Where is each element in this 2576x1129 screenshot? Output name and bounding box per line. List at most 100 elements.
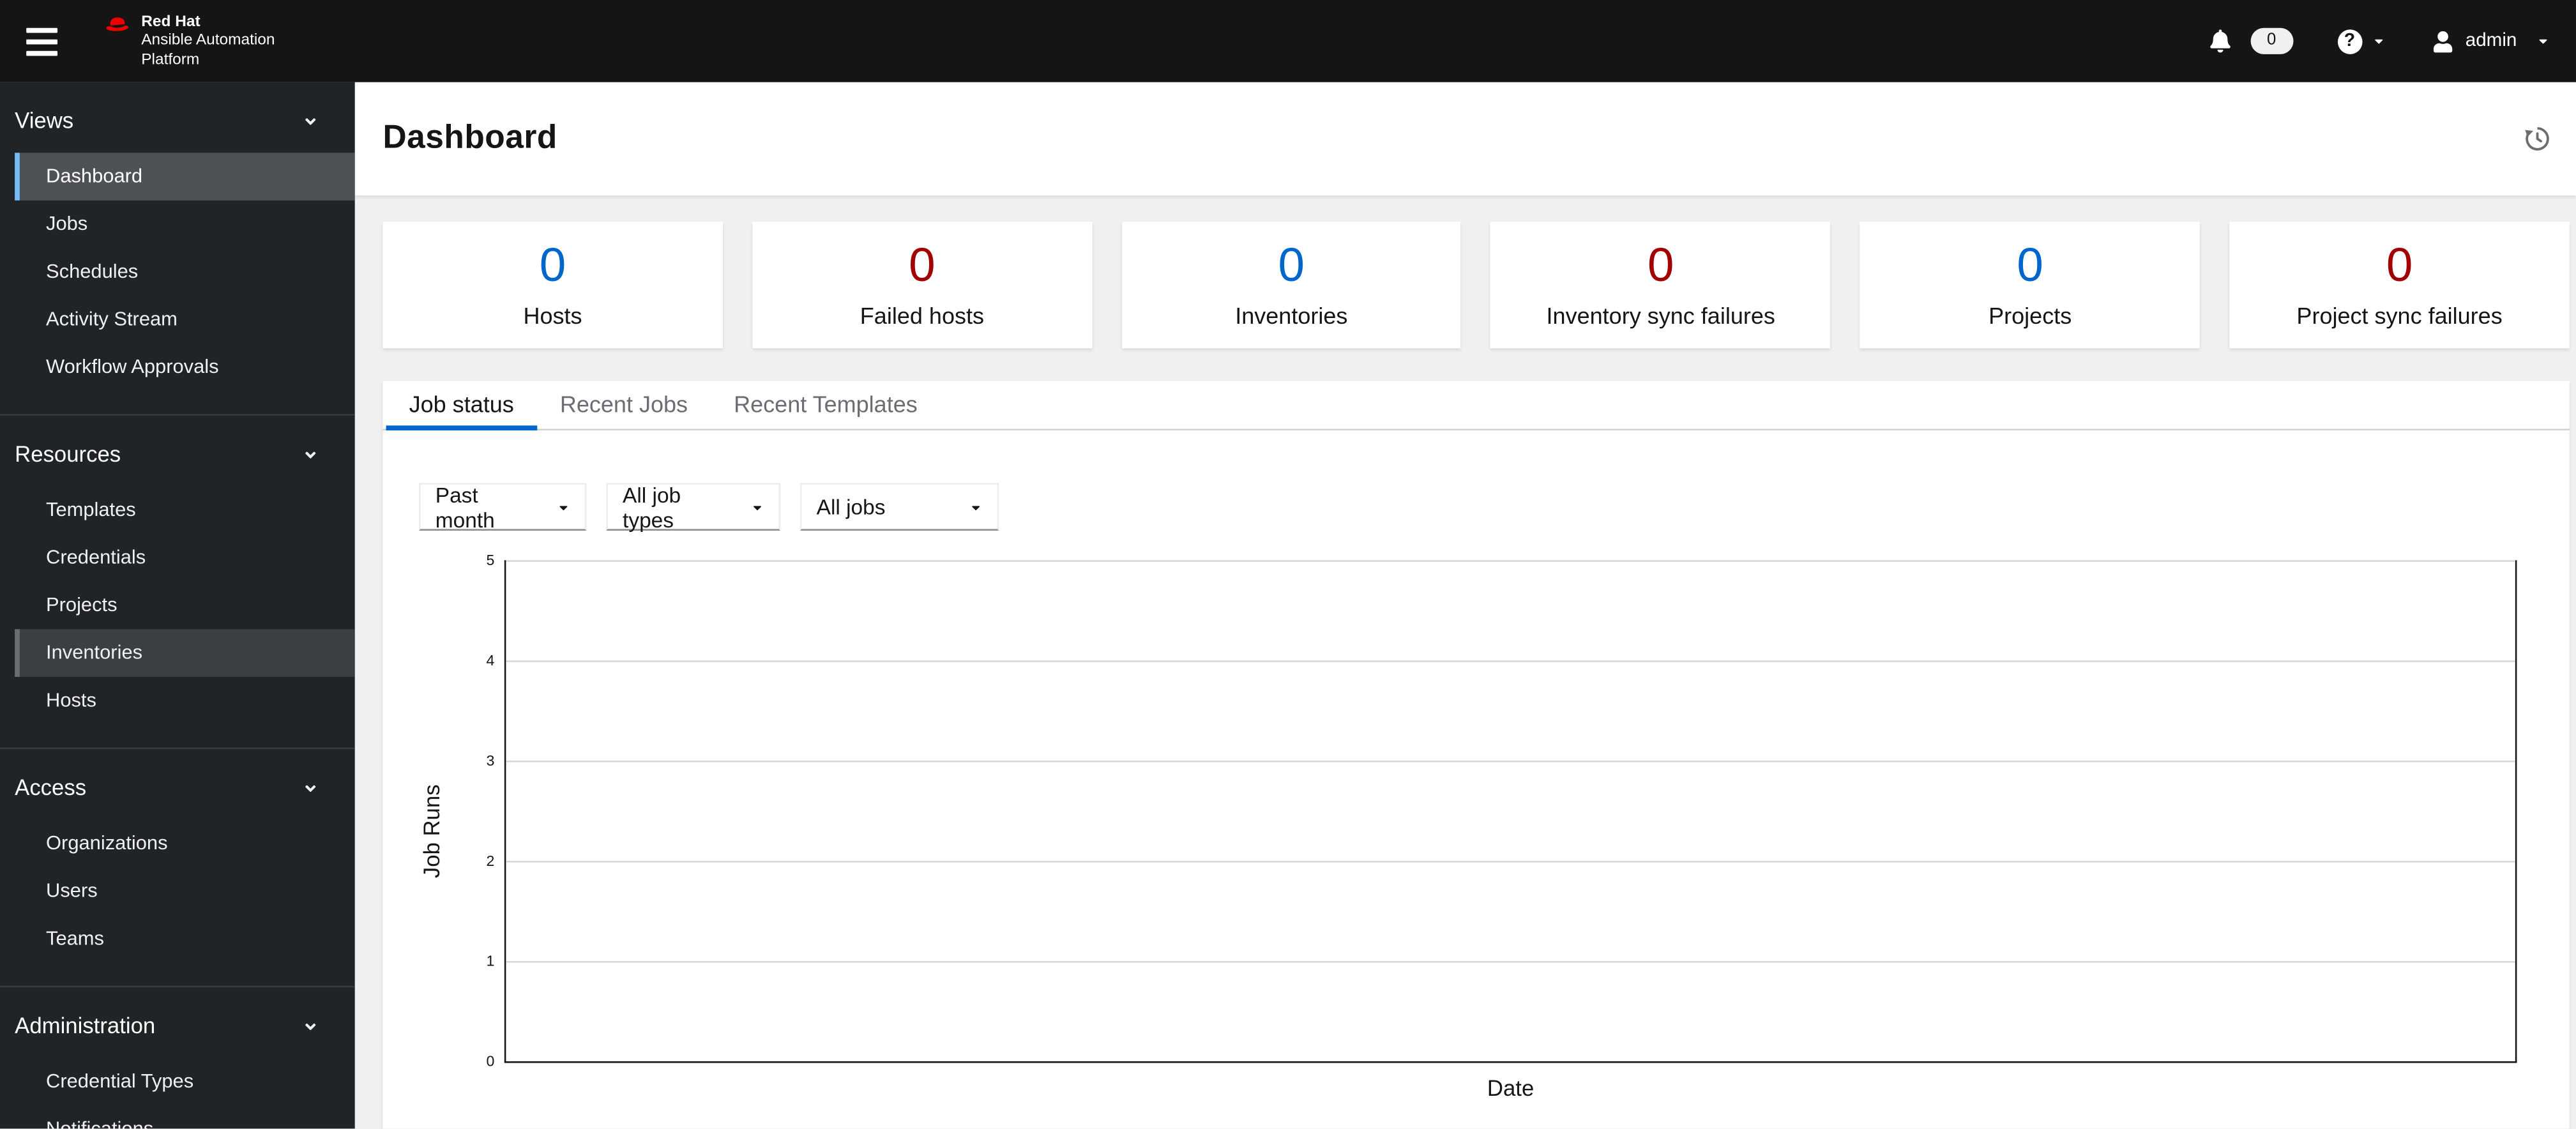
job-type-select-value: All job types	[623, 482, 681, 532]
nav-group-resources[interactable]: Resources	[0, 442, 355, 467]
brand-logo: Red Hat Ansible Automation Platform	[103, 13, 275, 70]
stat-card-failed-hosts[interactable]: 0 Failed hosts	[752, 222, 1092, 349]
chart-plot-area: 5 4 3 2 1 0	[486, 552, 2517, 1070]
nav-group-label: Administration	[15, 1013, 156, 1038]
caret-down-icon	[2374, 39, 2383, 44]
sidebar-item-users[interactable]: Users	[0, 867, 355, 915]
nav-group-label: Resources	[15, 442, 121, 467]
stat-value: 0	[1647, 239, 1674, 292]
sidebar-item-templates[interactable]: Templates	[0, 487, 355, 534]
brand-name: Red Hat	[141, 12, 201, 31]
hamburger-icon	[26, 27, 58, 33]
nav-group-access[interactable]: Access	[0, 775, 355, 800]
dashboard-panel: Job status Recent Jobs Recent Templates …	[383, 381, 2570, 1129]
brand-text: Red Hat Ansible Automation Platform	[141, 13, 275, 70]
history-icon	[2525, 127, 2549, 151]
stat-card-inventories[interactable]: 0 Inventories	[1121, 222, 1462, 349]
stat-label: Project sync failures	[2296, 301, 2503, 328]
chevron-down-icon	[305, 451, 316, 458]
chart-y-axis-label: Job Runs	[420, 784, 444, 877]
sidebar-item-dashboard[interactable]: Dashboard	[15, 153, 355, 201]
summary-cards: 0 Hosts 0 Failed hosts 0 Inventories 0 I…	[383, 222, 2570, 349]
stat-value: 0	[539, 239, 566, 292]
notification-count-badge: 0	[2250, 27, 2293, 54]
nav-section-access: Access Organizations Users Teams	[0, 749, 355, 988]
period-select[interactable]: Past month	[419, 482, 587, 531]
y-tick: 1	[486, 953, 495, 969]
stat-value: 0	[909, 239, 936, 292]
chart-filters: Past month All job types All jobs	[419, 482, 2570, 532]
page-title: Dashboard	[383, 119, 557, 156]
sidebar-item-organizations[interactable]: Organizations	[0, 820, 355, 868]
y-tick: 2	[486, 852, 495, 869]
caret-down-icon	[559, 505, 568, 510]
chevron-down-icon	[305, 117, 316, 125]
nav-group-label: Views	[15, 108, 74, 133]
masthead: Red Hat Ansible Automation Platform 0 ?	[0, 0, 2576, 82]
stat-label: Projects	[1989, 301, 2072, 328]
main-content: Dashboard 0 Hosts 0 Failed hosts 0 Inven…	[354, 82, 2576, 1129]
redhat-fedora-icon	[106, 17, 129, 31]
nav-group-views[interactable]: Views	[0, 109, 355, 133]
y-tick: 5	[486, 552, 495, 569]
notifications-button[interactable]: 0	[2209, 27, 2293, 54]
sidebar-item-notifications[interactable]: Notifications	[0, 1105, 355, 1129]
nav-group-administration[interactable]: Administration	[0, 1013, 355, 1038]
y-tick: 3	[486, 752, 495, 769]
stat-label: Hosts	[523, 301, 582, 328]
chevron-down-icon	[305, 784, 316, 791]
user-name: admin	[2465, 31, 2517, 51]
chart-x-axis-label: Date	[1487, 1076, 1534, 1101]
page-header: Dashboard	[354, 82, 2576, 196]
stat-card-hosts[interactable]: 0 Hosts	[383, 222, 723, 349]
sidebar-item-credentials[interactable]: Credentials	[0, 534, 355, 582]
stat-value: 0	[2017, 239, 2043, 292]
job-filter-select[interactable]: All jobs	[799, 483, 999, 531]
stat-value: 0	[1278, 239, 1305, 292]
y-tick: 4	[486, 652, 495, 669]
user-menu-button[interactable]: admin	[2432, 30, 2550, 52]
caret-down-icon	[754, 505, 761, 510]
brand-product-line2: Platform	[141, 50, 200, 69]
stat-card-inventory-sync-failures[interactable]: 0 Inventory sync failures	[1490, 222, 1831, 349]
caret-down-icon	[2539, 39, 2547, 44]
nav-section-administration: Administration Credential Types Notifica…	[0, 987, 355, 1129]
sidebar-item-teams[interactable]: Teams	[0, 915, 355, 963]
nav-group-label: Access	[15, 775, 87, 800]
page-body: 0 Hosts 0 Failed hosts 0 Inventories 0 I…	[355, 195, 2576, 1129]
sidebar-item-activity-stream[interactable]: Activity Stream	[0, 296, 355, 344]
sidebar-item-inventories[interactable]: Inventories	[15, 629, 355, 677]
job-status-chart: Job Runs 5 4 3 2 1 0 Date	[420, 552, 2517, 1101]
bell-icon	[2209, 29, 2230, 53]
dashboard-tabs: Job status Recent Jobs Recent Templates	[383, 381, 2570, 431]
sidebar-item-credential-types[interactable]: Credential Types	[0, 1058, 355, 1106]
stat-card-project-sync-failures[interactable]: 0 Project sync failures	[2229, 222, 2570, 349]
sidebar-item-schedules[interactable]: Schedules	[0, 248, 355, 296]
sidebar-item-workflow-approvals[interactable]: Workflow Approvals	[0, 344, 355, 391]
nav-toggle-button[interactable]	[26, 27, 58, 56]
tab-recent-templates[interactable]: Recent Templates	[711, 381, 941, 429]
caret-down-icon	[972, 505, 980, 510]
help-menu-button[interactable]: ?	[2337, 29, 2385, 54]
stat-card-projects[interactable]: 0 Projects	[1860, 222, 2201, 349]
tab-recent-jobs[interactable]: Recent Jobs	[537, 381, 711, 429]
stat-label: Failed hosts	[860, 301, 985, 328]
app-window: Red Hat Ansible Automation Platform 0 ?	[0, 0, 2576, 1129]
job-type-select[interactable]: All job types	[606, 482, 781, 532]
user-icon	[2433, 30, 2452, 52]
sidebar-item-projects[interactable]: Projects	[0, 582, 355, 630]
sidebar-item-hosts[interactable]: Hosts	[0, 677, 355, 725]
chevron-down-icon	[305, 1022, 316, 1029]
stat-value: 0	[2386, 239, 2413, 292]
stat-label: Inventory sync failures	[1546, 301, 1775, 328]
stat-label: Inventories	[1235, 301, 1348, 328]
brand-product-line1: Ansible Automation	[141, 31, 275, 50]
tab-job-status[interactable]: Job status	[386, 381, 537, 431]
refresh-history-button[interactable]	[2524, 125, 2552, 153]
nav-section-resources: Resources Templates Credentials Projects…	[0, 416, 355, 750]
sidebar-item-jobs[interactable]: Jobs	[0, 201, 355, 248]
sidebar: Views Dashboard Jobs Schedules Activity …	[0, 82, 355, 1129]
nav-section-views: Views Dashboard Jobs Schedules Activity …	[0, 82, 355, 416]
job-filter-select-value: All jobs	[816, 494, 886, 519]
y-tick: 0	[486, 1053, 495, 1070]
